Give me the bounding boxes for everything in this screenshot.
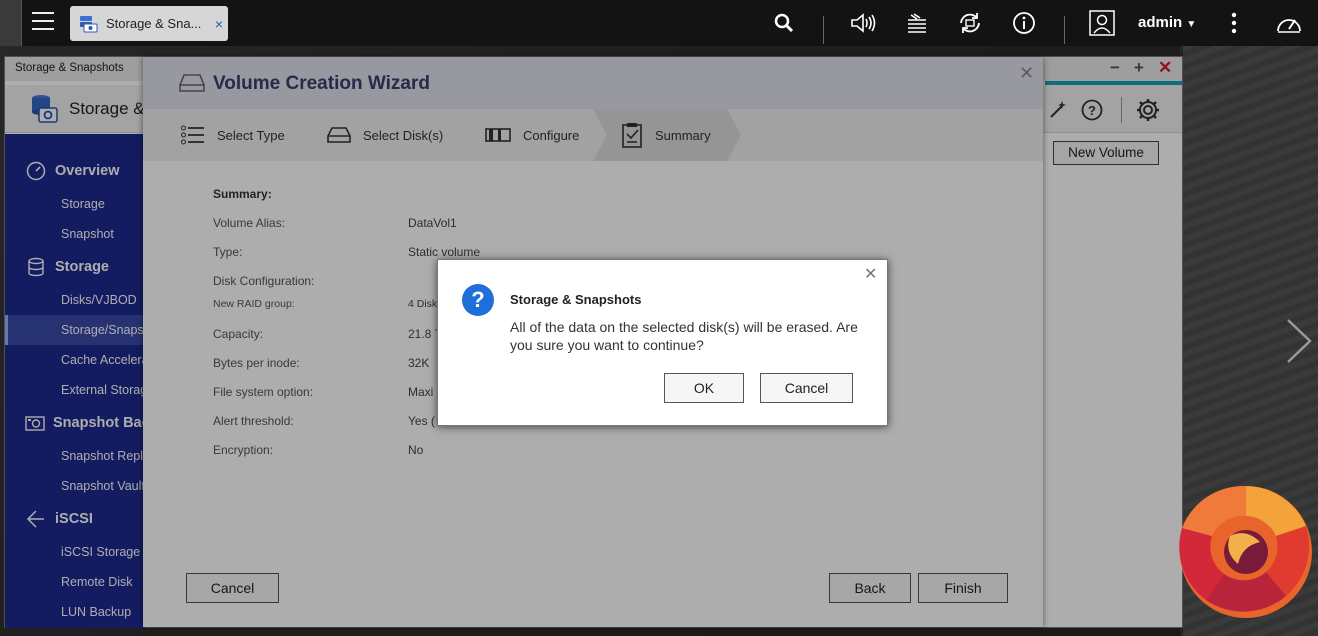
sync-icon[interactable] [956,8,984,38]
dashboard-icon[interactable] [1274,8,1304,38]
info-icon[interactable] [1011,8,1037,38]
chevron-down-icon: ▼ [1186,19,1197,30]
user-icon[interactable] [1088,8,1116,38]
username: admin [1138,14,1183,31]
dialog-cancel-button[interactable]: Cancel [760,373,853,403]
dialog-title: Storage & Snapshots [510,292,642,307]
close-icon[interactable]: ✕ [864,264,877,284]
taskbar: Storage & Sna... × admin ▼ [0,0,1318,46]
taskbar-left-edge [0,0,22,46]
brand-logo [1179,485,1312,618]
ok-button[interactable]: OK [664,373,744,403]
dialog-message: All of the data on the selected disk(s) … [510,319,858,353]
chevron-right-icon[interactable] [1284,318,1314,364]
taskbar-separator [823,16,824,44]
question-icon: ? [462,284,494,316]
more-options-icon[interactable] [1226,8,1242,38]
taskbar-tab-storage[interactable]: Storage & Sna... × [70,6,228,41]
background-tasks-icon[interactable] [904,8,930,38]
user-menu[interactable]: admin ▼ [1138,14,1196,31]
volume-icon[interactable] [848,8,878,38]
taskbar-tab-label: Storage & Sna... [106,16,202,31]
main-menu-icon[interactable] [32,12,54,32]
taskbar-separator [1064,16,1065,44]
close-icon[interactable]: × [210,16,228,32]
search-icon[interactable] [772,8,796,38]
confirm-dialog: ✕ ? Storage & Snapshots All of the data … [437,259,888,426]
storage-app-icon [80,15,98,32]
